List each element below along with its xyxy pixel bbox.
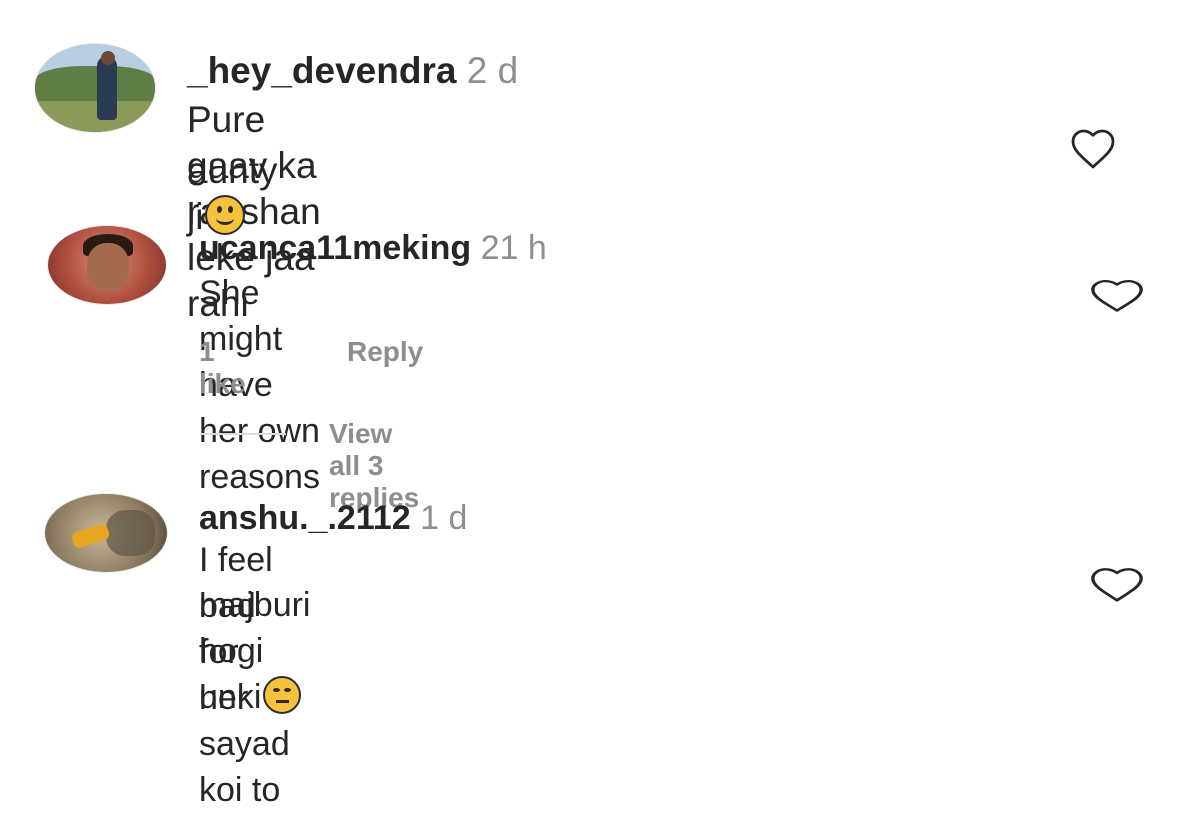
timestamp: 2 d	[466, 50, 519, 91]
avatar-object	[70, 523, 110, 550]
avatar-shade	[106, 509, 155, 557]
timestamp: 1 d	[420, 499, 468, 537]
heart-outline-icon	[1071, 129, 1115, 169]
timestamp: 21 h	[480, 229, 547, 267]
like-heart-icon[interactable]	[1088, 277, 1146, 318]
replies-divider	[200, 433, 286, 435]
avatar[interactable]	[48, 226, 166, 304]
comment-header: ucanca11meking 21 h	[199, 226, 547, 270]
like-heart-icon[interactable]	[1064, 126, 1122, 175]
avatar-trees	[35, 66, 155, 102]
username[interactable]: anshu._.2112	[199, 499, 411, 537]
like-count[interactable]: 1 like	[199, 336, 246, 400]
comment-header: anshu._.2112 1 d	[199, 496, 467, 540]
disappointed-face-icon	[263, 676, 302, 714]
heart-outline-icon	[1091, 279, 1143, 312]
avatar[interactable]	[45, 494, 167, 572]
avatar[interactable]	[35, 44, 155, 132]
avatar-head	[101, 51, 115, 66]
comment-header: _hey_devendra 2 d	[187, 48, 518, 94]
comment-text-line-2: majburi hogi unki	[199, 582, 310, 720]
avatar-ground	[35, 101, 155, 132]
avatar-person	[97, 56, 118, 121]
like-heart-icon[interactable]	[1088, 565, 1146, 608]
heart-outline-icon	[1091, 568, 1143, 602]
username[interactable]: ucanca11meking	[199, 229, 471, 267]
username[interactable]: _hey_devendra	[187, 50, 456, 91]
reply-button[interactable]: Reply	[347, 336, 423, 368]
avatar-face	[86, 243, 130, 290]
